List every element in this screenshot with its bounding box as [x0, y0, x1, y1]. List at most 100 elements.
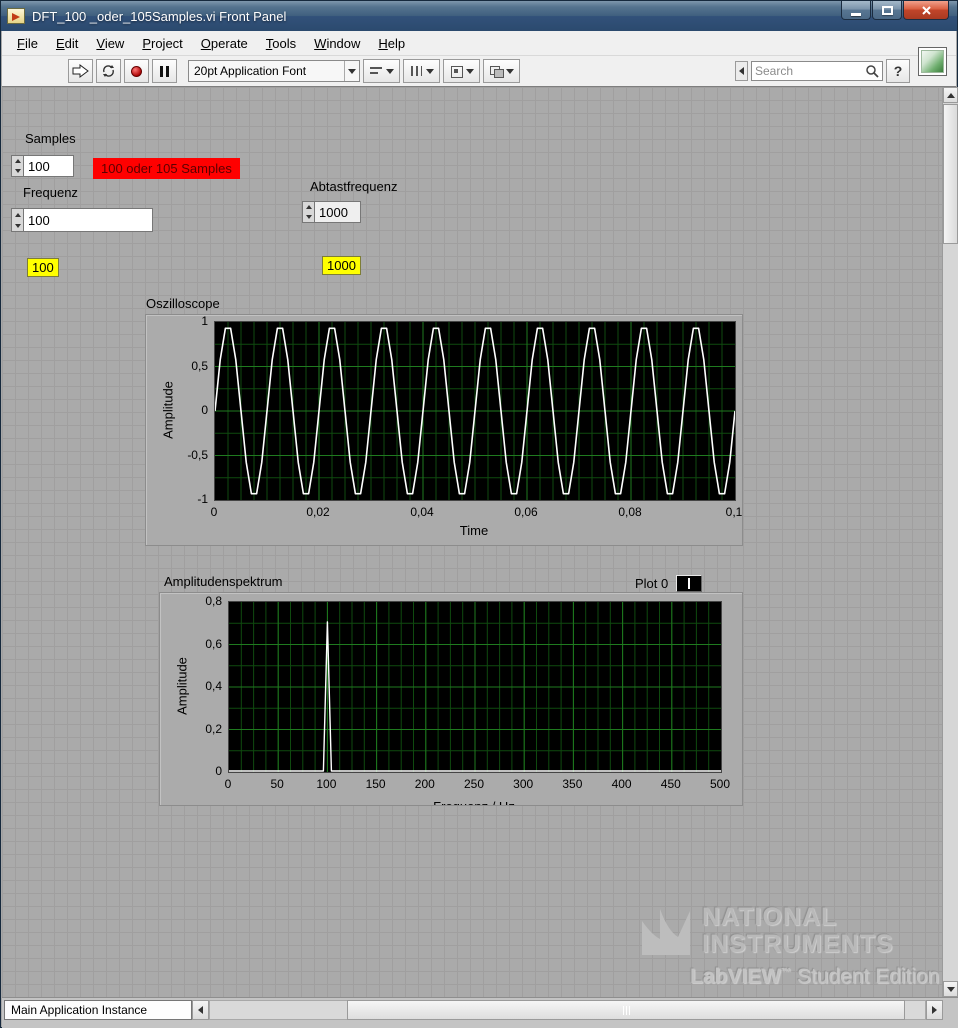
- frequenz-input[interactable]: [23, 208, 153, 232]
- menu-help[interactable]: Help: [369, 33, 414, 54]
- run-icon: [72, 64, 89, 78]
- arrow-down-icon: [947, 987, 955, 992]
- osc-y-tick-label: 0: [201, 403, 208, 417]
- title-bar[interactable]: DFT_100 _oder_105Samples.vi Front Panel: [1, 1, 957, 31]
- oscilloscope-canvas: [215, 322, 735, 500]
- spectrum-plot-area[interactable]: [228, 601, 722, 773]
- arrow-left-icon: [198, 1006, 203, 1014]
- spec-y-tick-label: 0,6: [205, 637, 222, 651]
- osc-x-tick-label: 0,02: [306, 505, 329, 519]
- run-continuous-button[interactable]: [96, 59, 121, 83]
- spectrum-ylabel: Amplitude: [175, 657, 190, 715]
- search-box[interactable]: [751, 61, 883, 81]
- samples-spinner: [11, 155, 23, 177]
- search-icon: [865, 64, 879, 78]
- distribute-objects-button[interactable]: [403, 59, 440, 83]
- samplerate-indicator: 1000: [322, 256, 361, 275]
- increment-button[interactable]: [12, 156, 23, 166]
- scroll-down-button[interactable]: [943, 981, 958, 997]
- vertical-scroll-thumb[interactable]: [943, 104, 958, 244]
- help-button[interactable]: ?: [886, 59, 910, 83]
- close-icon: [921, 5, 932, 16]
- arrow-right-icon: [932, 1006, 937, 1014]
- increment-button[interactable]: [12, 209, 23, 220]
- vi-file-icon: [7, 8, 25, 24]
- minimize-button[interactable]: [841, 1, 871, 20]
- arrow-up-icon: [947, 93, 955, 98]
- samples-label: Samples: [25, 131, 76, 146]
- abtastfrequenz-spinner: [302, 201, 314, 223]
- menu-view[interactable]: View: [87, 33, 133, 54]
- abort-button[interactable]: [124, 59, 149, 83]
- horizontal-scroll-thumb[interactable]: [347, 1000, 905, 1020]
- osc-y-tick-label: -0,5: [187, 448, 208, 462]
- align-objects-button[interactable]: [363, 59, 400, 83]
- menu-file[interactable]: File: [8, 33, 47, 54]
- decrement-button[interactable]: [12, 166, 23, 176]
- spec-y-tick-label: 0,4: [205, 679, 222, 693]
- watermark-product: LabVIEW: [690, 965, 781, 988]
- spec-x-tick-label: 0: [225, 777, 232, 791]
- oscilloscope-xlabel: Time: [460, 523, 488, 538]
- maximize-icon: [882, 6, 893, 15]
- chevron-down-icon: [506, 69, 514, 74]
- chevron-down-icon: [426, 69, 434, 74]
- menu-project[interactable]: Project: [133, 33, 191, 54]
- decrement-button[interactable]: [303, 212, 314, 222]
- spec-x-tick-label: 50: [271, 777, 284, 791]
- watermark-edition-line: LabVIEW™ Student Edition: [690, 965, 939, 989]
- menu-window[interactable]: Window: [305, 33, 369, 54]
- maximize-button[interactable]: [872, 1, 902, 20]
- abort-icon: [131, 66, 142, 77]
- oscilloscope-title: Oszilloscope: [146, 296, 220, 311]
- search-input[interactable]: [755, 64, 865, 78]
- oscilloscope-plot-area[interactable]: [214, 321, 736, 501]
- menu-edit[interactable]: Edit: [47, 33, 87, 54]
- help-icon: ?: [894, 63, 903, 79]
- watermark-brand-line2: INSTRUMENTS: [702, 931, 894, 958]
- oscilloscope-graph: Amplitude Time 00,020,040,060,080,110,50…: [145, 314, 743, 546]
- run-continuous-icon: [101, 64, 116, 78]
- window-title: DFT_100 _oder_105Samples.vi Front Panel: [32, 9, 286, 24]
- pause-icon: [160, 66, 169, 77]
- font-selector[interactable]: 20pt Application Font: [188, 60, 360, 82]
- font-selector-label: 20pt Application Font: [189, 64, 344, 78]
- spectrum-graph: Amplitude Frequenz / Hz 0501001502002503…: [159, 592, 743, 806]
- osc-x-tick-label: 0,04: [410, 505, 433, 519]
- spec-x-tick-label: 250: [464, 777, 484, 791]
- spec-y-tick-label: 0,8: [205, 594, 222, 608]
- frequenz-spinner: [11, 208, 23, 232]
- trademark-symbol: ™: [781, 967, 791, 978]
- run-button[interactable]: [68, 59, 93, 83]
- scroll-up-button[interactable]: [943, 87, 958, 103]
- plot-legend[interactable]: Plot 0: [635, 573, 702, 593]
- scroll-left-button[interactable]: [192, 1000, 209, 1020]
- decrement-button[interactable]: [12, 220, 23, 231]
- menu-bar: File Edit View Project Operate Tools Win…: [2, 31, 956, 56]
- menu-tools[interactable]: Tools: [257, 33, 305, 54]
- pause-button[interactable]: [152, 59, 177, 83]
- resize-objects-button[interactable]: [443, 59, 480, 83]
- watermark-edition: Student Edition: [791, 965, 939, 988]
- close-button[interactable]: [903, 1, 949, 20]
- increment-button[interactable]: [303, 202, 314, 212]
- spec-x-tick-label: 300: [513, 777, 533, 791]
- frequenz-label: Frequenz: [23, 185, 78, 200]
- toolbar: 20pt Application Font ?: [2, 56, 956, 87]
- spec-x-tick-label: 150: [366, 777, 386, 791]
- spec-y-tick-label: 0: [215, 764, 222, 778]
- chevron-down-icon: [386, 69, 394, 74]
- menu-operate[interactable]: Operate: [192, 33, 257, 54]
- vertical-scrollbar[interactable]: [942, 87, 958, 997]
- search-scope-button[interactable]: [735, 61, 748, 81]
- chevron-left-icon: [739, 67, 744, 75]
- application-instance-selector[interactable]: Main Application Instance: [4, 1000, 192, 1020]
- scroll-right-button[interactable]: [926, 1000, 943, 1020]
- plot0-line-style-icon: [677, 576, 701, 591]
- vi-icon[interactable]: [918, 47, 947, 76]
- abtastfrequenz-input[interactable]: [314, 201, 361, 223]
- reorder-objects-icon: [490, 66, 503, 77]
- samples-input[interactable]: [23, 155, 74, 177]
- reorder-objects-button[interactable]: [483, 59, 520, 83]
- spec-x-tick-label: 450: [661, 777, 681, 791]
